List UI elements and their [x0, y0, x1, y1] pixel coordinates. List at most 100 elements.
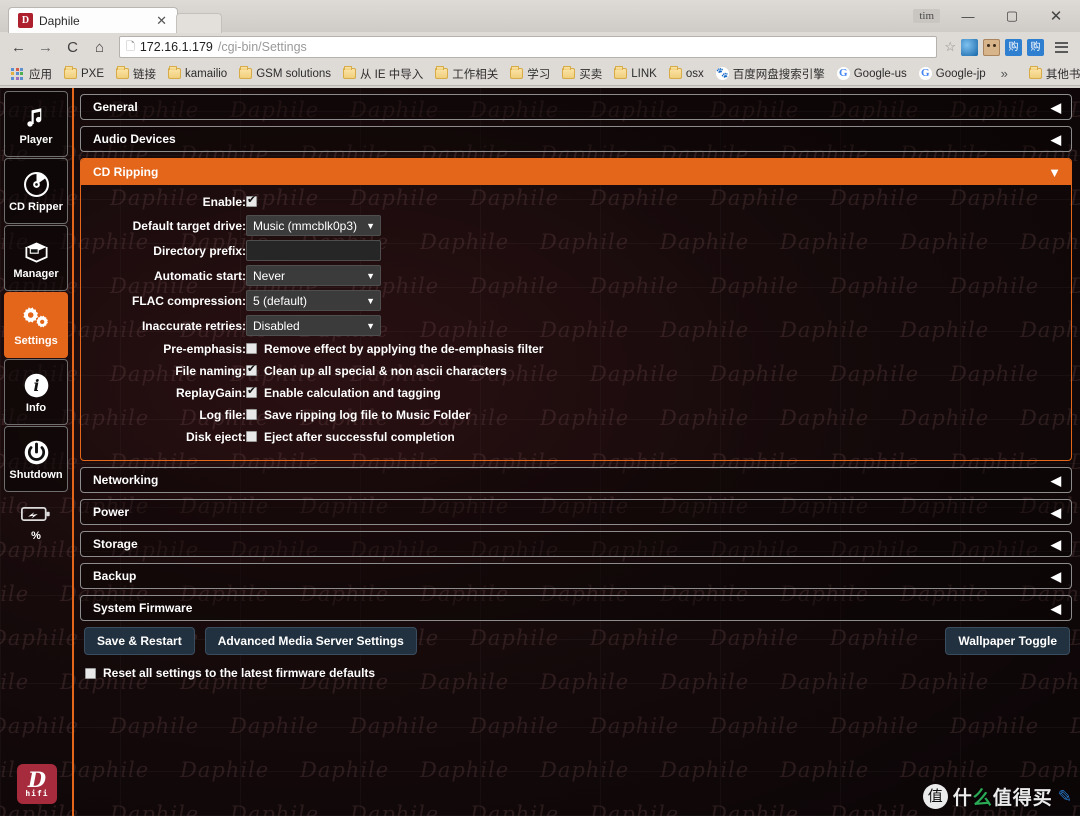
directory-prefix-input[interactable] — [246, 240, 381, 261]
bookmark-trade[interactable]: 买卖 — [557, 64, 607, 84]
bookmark-pxe[interactable]: PXE — [59, 66, 109, 82]
maximize-button[interactable]: ▢ — [990, 1, 1034, 31]
browser-menu-icon[interactable] — [1049, 41, 1074, 53]
bookmark-google-us[interactable]: G Google-us — [832, 65, 912, 82]
bookmark-study[interactable]: 学习 — [505, 64, 555, 84]
section-cd-ripping[interactable]: CD Ripping ▼ Enable: Default target driv… — [80, 158, 1072, 461]
chevron-left-icon[interactable]: ◀ — [1051, 474, 1061, 487]
forward-icon[interactable]: → — [33, 35, 58, 60]
reload-icon[interactable]: C — [60, 35, 85, 60]
bookmarks-overflow-icon[interactable]: » — [995, 66, 1014, 81]
label-log-file: Log file: — [199, 408, 246, 422]
section-header[interactable]: Power ◀ — [81, 500, 1071, 524]
bookmark-kamailio[interactable]: kamailio — [163, 66, 232, 82]
section-networking[interactable]: Networking ◀ — [80, 467, 1072, 493]
chevron-left-icon[interactable]: ◀ — [1051, 602, 1061, 615]
sidebar-item-info[interactable]: i Info — [4, 359, 68, 425]
inaccurate-retries-select[interactable]: Disabled — [246, 315, 381, 336]
new-tab-button[interactable] — [176, 13, 222, 33]
sidebar-item-settings[interactable]: Settings — [4, 292, 68, 358]
tab-daphile[interactable]: D Daphile ✕ — [8, 7, 178, 33]
section-header[interactable]: Backup ◀ — [81, 564, 1071, 588]
chevron-left-icon[interactable]: ◀ — [1051, 538, 1061, 551]
file-naming-checkbox[interactable] — [246, 363, 257, 377]
section-storage[interactable]: Storage ◀ — [80, 531, 1072, 557]
replaygain-checkbox[interactable] — [246, 385, 257, 399]
home-icon[interactable]: ⌂ — [87, 35, 112, 60]
wallpaper-toggle-button[interactable]: Wallpaper Toggle — [945, 627, 1070, 655]
section-backup[interactable]: Backup ◀ — [80, 563, 1072, 589]
bookmark-links[interactable]: 链接 — [111, 64, 161, 84]
bookmark-link[interactable]: LINK — [609, 66, 662, 82]
bookmark-label: PXE — [81, 67, 105, 80]
bookmark-baidu[interactable]: 🐾 百度网盘搜索引擎 — [711, 64, 830, 84]
address-host: 172.16.1.179 — [139, 40, 213, 54]
baidu-icon: 🐾 — [715, 67, 729, 80]
enable-checkbox[interactable] — [246, 194, 257, 208]
form-row-target-drive: Default target drive: Music (mmcblk0p3) … — [81, 213, 543, 238]
section-system-firmware[interactable]: System Firmware ◀ — [80, 595, 1072, 621]
chevron-down-icon[interactable]: ▼ — [1048, 166, 1061, 179]
bookmark-google-jp[interactable]: G Google-jp — [914, 65, 991, 82]
bookmark-ie-import[interactable]: 从 IE 中导入 — [338, 64, 428, 84]
disk-eject-checkbox[interactable] — [246, 431, 257, 443]
automatic-start-select[interactable]: Never — [246, 265, 381, 286]
section-header[interactable]: System Firmware ◀ — [81, 596, 1071, 620]
minimize-button[interactable]: — — [946, 1, 990, 31]
advanced-media-server-settings-button[interactable]: Advanced Media Server Settings — [204, 627, 417, 655]
sidebar-item-battery[interactable]: % — [4, 493, 68, 547]
sidebar-item-player[interactable]: Player — [4, 91, 68, 157]
flac-compression-select[interactable]: 5 (default) — [246, 290, 381, 311]
sidebar-item-manager[interactable]: Manager — [4, 225, 68, 291]
tab-close-icon[interactable]: ✕ — [154, 13, 169, 29]
section-audio-devices[interactable]: Audio Devices ◀ — [80, 126, 1072, 152]
chevron-left-icon[interactable]: ◀ — [1051, 506, 1061, 519]
section-header[interactable]: Networking ◀ — [81, 468, 1071, 492]
chevron-left-icon[interactable]: ◀ — [1051, 570, 1061, 583]
browser-window: D Daphile ✕ tim — ▢ ✕ ← → C ⌂ 🗋 172.16.1… — [0, 0, 1080, 816]
sidebar-item-label: Shutdown — [9, 468, 63, 481]
section-title: CD Ripping — [93, 165, 159, 179]
pre-emphasis-checkbox[interactable] — [246, 343, 257, 355]
section-header[interactable]: CD Ripping ▼ — [81, 159, 1071, 185]
bookmark-osx[interactable]: osx — [664, 66, 709, 82]
bookmark-work[interactable]: 工作相关 — [430, 64, 503, 84]
bookmark-gsm[interactable]: GSM solutions — [234, 66, 336, 82]
label-target-drive: Default target drive: — [132, 218, 246, 233]
app-sidebar: Player CD Ripper Manager Settings i Info… — [0, 88, 74, 816]
sidebar-item-cd-ripper[interactable]: CD Ripper — [4, 158, 68, 224]
target-drive-select[interactable]: Music (mmcblk0p3) — [246, 215, 381, 236]
section-header[interactable]: General ◀ — [81, 95, 1071, 119]
back-icon[interactable]: ← — [6, 35, 31, 60]
ext-gou2-icon[interactable]: 购 — [1027, 38, 1044, 56]
form-row-flac-compression: FLAC compression: 5 (default) ▼ — [81, 288, 543, 313]
bookmark-apps[interactable]: 应用 — [6, 64, 57, 84]
reset-settings-checkbox[interactable] — [85, 667, 96, 679]
section-general[interactable]: General ◀ — [80, 94, 1072, 120]
ext-gou-icon[interactable]: 购 — [1005, 38, 1022, 56]
logo-mark: D — [27, 767, 47, 792]
tim-badge[interactable]: tim — [913, 9, 940, 23]
log-file-checkbox[interactable] — [246, 409, 257, 421]
info-circle-icon: i — [21, 371, 51, 401]
address-bar[interactable]: 🗋 172.16.1.179 /cgi-bin/Settings — [119, 36, 938, 58]
bookmark-star-icon[interactable]: ☆ — [944, 39, 956, 55]
sidebar-item-shutdown[interactable]: Shutdown — [4, 426, 68, 492]
ext-blue-icon[interactable] — [961, 38, 978, 56]
google-icon: G — [918, 67, 932, 80]
section-title: General — [93, 100, 138, 114]
save-restart-button[interactable]: Save & Restart — [84, 627, 195, 655]
music-note-icon — [21, 103, 51, 133]
chevron-left-icon[interactable]: ◀ — [1051, 101, 1061, 114]
folder-icon — [168, 66, 182, 79]
chevron-left-icon[interactable]: ◀ — [1051, 133, 1061, 146]
close-button[interactable]: ✕ — [1034, 1, 1078, 31]
reset-settings-row: Reset all settings to the latest firmwar… — [85, 666, 1072, 680]
ext-tan-icon[interactable] — [983, 38, 1000, 56]
sidebar-item-label: Settings — [14, 334, 58, 347]
section-power[interactable]: Power ◀ — [80, 499, 1072, 525]
section-header[interactable]: Storage ◀ — [81, 532, 1071, 556]
bookmark-other[interactable]: 其他书签 — [1024, 64, 1080, 84]
section-header[interactable]: Audio Devices ◀ — [81, 127, 1071, 151]
section-title: Networking — [93, 473, 159, 487]
